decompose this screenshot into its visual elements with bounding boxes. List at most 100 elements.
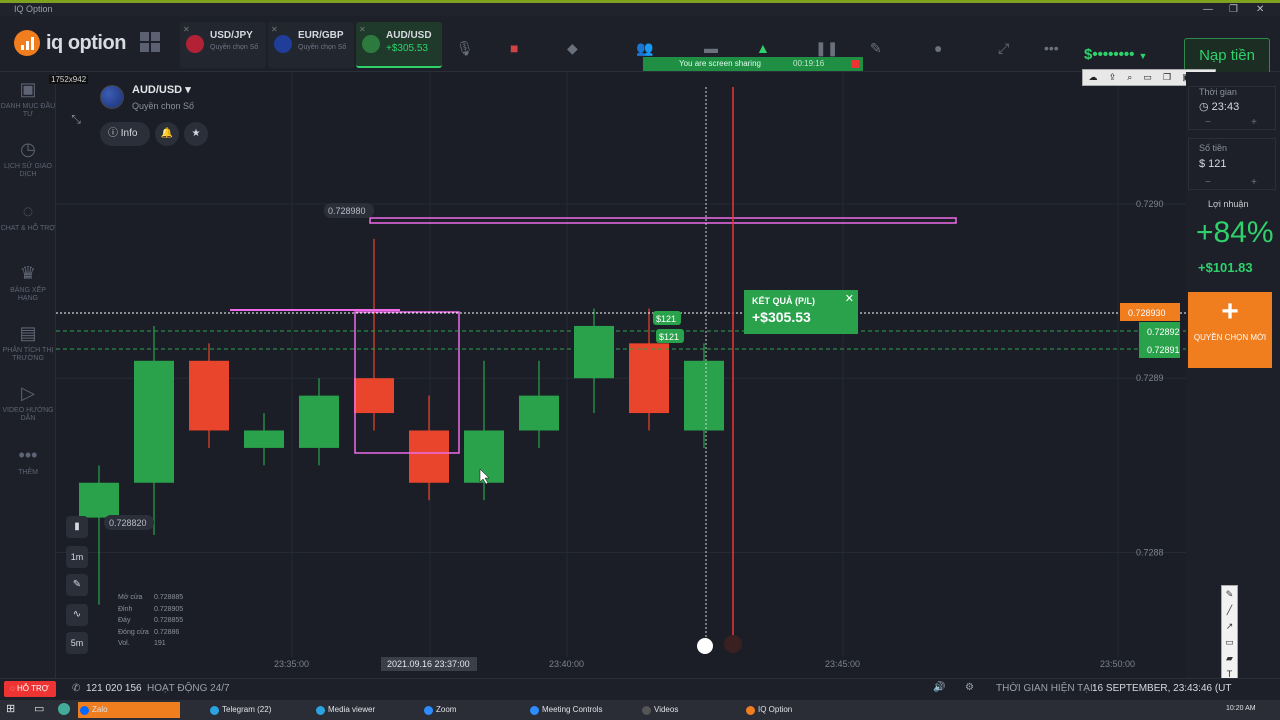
asset-tab-eurgbp[interactable]: ✕ EUR/GBP Quyền chọn Số: [268, 22, 354, 68]
x-tick-label: 23:35:00: [274, 659, 309, 669]
close-tab-icon[interactable]: ✕: [183, 25, 190, 34]
fullscreen-icon[interactable]: ⤢: [998, 40, 1009, 57]
x-tick-label: 23:40:00: [549, 659, 584, 669]
info-button[interactable]: ⓘ Info: [100, 122, 150, 146]
candle-type-icon[interactable]: ▮: [66, 516, 88, 538]
taskbar-item[interactable]: Zalo: [78, 702, 180, 718]
candle-body[interactable]: [409, 430, 449, 483]
price-chart[interactable]: 0.7290 0.7289 0.7288 23:35:00 23:40:00 23:45:…: [56, 72, 1186, 678]
volume-icon[interactable]: 🔊: [933, 682, 945, 693]
balance-display[interactable]: $•••••••• ▼: [1084, 46, 1147, 63]
pen-icon[interactable]: ✎: [870, 40, 882, 57]
sidebar-item-6[interactable]: ••• THÊM: [0, 444, 56, 477]
chrome-icon[interactable]: [58, 703, 70, 715]
app-icon: [642, 706, 651, 715]
windows-start-icon[interactable]: ⊞: [6, 702, 15, 715]
share-text: You are screen sharing: [679, 59, 761, 68]
sidebar-item-1[interactable]: ◷ LỊCH SỬ GIAO DỊCH: [0, 138, 56, 179]
draw-tools-icon[interactable]: ✎: [66, 574, 88, 596]
close-button[interactable]: ✕: [1256, 3, 1264, 16]
taskbar-item[interactable]: Telegram (22): [208, 702, 308, 718]
taskbar-item[interactable]: Zoom: [422, 702, 522, 718]
taskbar-item[interactable]: Media viewer: [314, 702, 414, 718]
print-icon[interactable]: ▭: [1143, 72, 1152, 83]
chat-icon[interactable]: ▬: [704, 40, 718, 56]
amount-minus-button[interactable]: −: [1205, 177, 1211, 188]
amount-plus-button[interactable]: +: [1251, 177, 1257, 188]
participants-icon[interactable]: 👥: [636, 40, 653, 57]
sidebar-item-3[interactable]: ♛ BẢNG XẾP HẠNG: [0, 262, 56, 303]
cloud-icon[interactable]: ☁: [1089, 72, 1098, 83]
candle-body[interactable]: [519, 395, 559, 431]
video-off-icon[interactable]: ■: [510, 40, 518, 56]
time-minus-button[interactable]: −: [1205, 117, 1211, 128]
search-icon[interactable]: ⌕: [1127, 72, 1132, 83]
marker-icon[interactable]: ▰: [1222, 650, 1237, 666]
time-plus-button[interactable]: +: [1251, 117, 1257, 128]
flag-icon: [186, 35, 204, 53]
flag-icon[interactable]: [724, 635, 742, 653]
taskbar-item-label: Zoom: [436, 705, 457, 714]
mouse-icon[interactable]: ●: [934, 40, 942, 56]
timeframe-1m-button[interactable]: 1m: [66, 546, 88, 568]
stop-share-button[interactable]: [851, 60, 859, 68]
timeframe-5m-button[interactable]: 5m: [66, 632, 88, 654]
title-bar: IQ Option — ❐ ✕: [0, 3, 1280, 16]
amount-field[interactable]: Số tiền $ 121 − +: [1188, 138, 1276, 190]
candle-body[interactable]: [134, 360, 174, 483]
share-screen-icon[interactable]: ▲: [756, 40, 770, 56]
taskbar-item[interactable]: IQ Option: [744, 702, 840, 718]
asset-tab-sub: Quyền chọn Số: [298, 44, 347, 51]
taskbar-item[interactable]: Videos: [640, 702, 736, 718]
sidebar-item-4[interactable]: ▤ PHÂN TÍCH THỊ TRƯỜNG: [0, 322, 56, 363]
candle-body[interactable]: [684, 360, 724, 431]
pause-icon[interactable]: ❚❚: [815, 40, 838, 57]
collapse-icon[interactable]: ⤡: [66, 112, 86, 132]
taskbar-item[interactable]: Meeting Controls: [528, 702, 632, 718]
shield-icon[interactable]: ◆: [567, 40, 578, 57]
time-field[interactable]: Thời gian ◷ 23:43 − +: [1188, 86, 1276, 130]
asset-tab-usdjpy[interactable]: ✕ USD/JPY Quyền chọn Số: [180, 22, 266, 68]
minimize-button[interactable]: —: [1203, 3, 1213, 16]
new-option-button[interactable]: + QUYỀN CHỌN MỚI: [1188, 292, 1272, 368]
settings-icon[interactable]: ⚙: [965, 682, 974, 693]
rectangle-icon[interactable]: ▭: [1222, 634, 1237, 650]
candle-body[interactable]: [189, 360, 229, 431]
task-view-icon[interactable]: ▭: [34, 702, 44, 715]
candle-body[interactable]: [574, 325, 614, 379]
chart-area[interactable]: 0.7290 0.7289 0.7288 23:35:00 23:40:00 23:45:…: [56, 72, 1186, 678]
alert-bell-icon[interactable]: 🔔: [155, 122, 179, 146]
pencil-icon[interactable]: ✎: [1222, 586, 1237, 602]
support-button[interactable]: ◌ HỖ TRỢ: [4, 681, 56, 697]
close-tab-icon[interactable]: ✕: [359, 25, 366, 34]
sidebar-item-0[interactable]: ▣ DANH MỤC ĐẦU TƯ: [0, 78, 56, 119]
close-tab-icon[interactable]: ✕: [271, 25, 278, 34]
candle-body[interactable]: [299, 395, 339, 448]
sidebar-item-5[interactable]: ▷ VIDEO HƯỚNG DẪN: [0, 382, 56, 423]
copy-icon[interactable]: ❐: [1163, 72, 1171, 83]
history-icon: ◷: [20, 139, 36, 159]
more-icon[interactable]: •••: [1044, 40, 1059, 56]
candle-body[interactable]: [244, 430, 284, 448]
asset-tab-name: EUR/GBP: [298, 30, 344, 41]
timer-icon[interactable]: [697, 638, 713, 654]
maximize-button[interactable]: ❐: [1229, 3, 1238, 16]
apps-grid-icon[interactable]: [140, 32, 160, 52]
candle-body[interactable]: [79, 482, 119, 518]
candle-body[interactable]: [629, 343, 669, 414]
indicators-icon[interactable]: ∿: [66, 604, 88, 626]
app-icon: [210, 706, 219, 715]
ohlc-row: Đỉnh 0.728905: [118, 604, 183, 616]
share-time: 00:19:16: [793, 59, 825, 68]
mic-icon[interactable]: 🎙: [456, 40, 474, 57]
share-icon[interactable]: ⇪: [1109, 72, 1117, 83]
sidebar-item-2[interactable]: ◌ CHAT & HỖ TRỢ: [0, 200, 56, 233]
logo[interactable]: iq option: [14, 30, 126, 56]
star-icon[interactable]: ★: [184, 122, 208, 146]
asset-type: Quyền chọn Số: [132, 101, 195, 111]
asset-tab-audusd[interactable]: ✕ AUD/USD +$305.53: [356, 22, 442, 68]
arrow-icon[interactable]: ↗: [1222, 618, 1237, 634]
candle-body[interactable]: [354, 378, 394, 414]
close-icon[interactable]: ✕: [845, 292, 854, 305]
line-icon[interactable]: ╱: [1222, 602, 1237, 618]
